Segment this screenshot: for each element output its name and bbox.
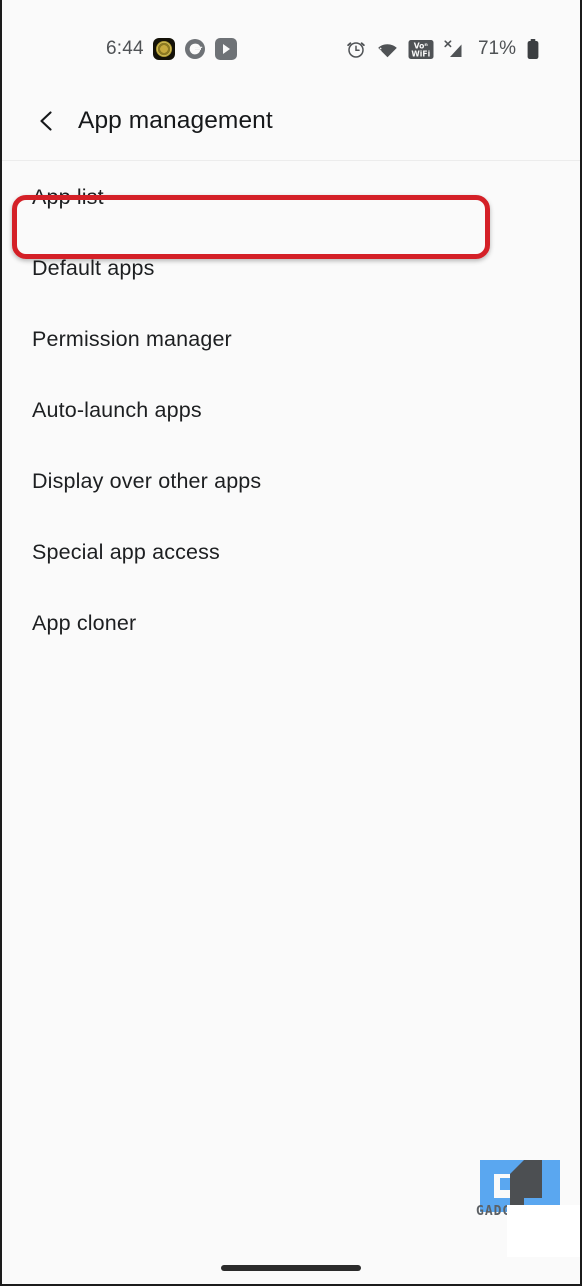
google-icon: [184, 38, 206, 60]
svg-text:WiFi: WiFi: [411, 49, 430, 58]
list-item-auto-launch-apps[interactable]: Auto-launch apps: [2, 375, 580, 446]
list-item-label: App cloner: [32, 611, 137, 635]
signal-bars-x-icon: [443, 38, 466, 60]
battery-icon: [526, 38, 540, 61]
status-bar: 6:44 Voⁿ WiFi 71%: [2, 0, 580, 82]
list-item-label: Permission manager: [32, 327, 232, 351]
list-item-app-list[interactable]: App list: [2, 162, 580, 233]
settings-list: App list Default apps Permission manager…: [2, 162, 580, 1284]
status-bar-right: Voⁿ WiFi 71%: [345, 38, 540, 61]
list-item-app-cloner[interactable]: App cloner: [2, 588, 580, 659]
list-item-default-apps[interactable]: Default apps: [2, 233, 580, 304]
phone-screen: 6:44 Voⁿ WiFi 71% App management App lis…: [0, 0, 582, 1286]
list-item-label: App list: [32, 185, 104, 209]
status-bar-clock: 6:44: [106, 38, 144, 59]
app-bar: App management: [2, 82, 580, 161]
youtube-icon: [214, 38, 237, 60]
list-item-label: Special app access: [32, 540, 220, 564]
vowifi-icon: Voⁿ WiFi: [408, 39, 434, 60]
page-title: App management: [78, 107, 273, 134]
home-gesture-pill[interactable]: [221, 1265, 361, 1271]
list-item-display-over-other-apps[interactable]: Display over other apps: [2, 446, 580, 517]
list-item-label: Auto-launch apps: [32, 398, 202, 422]
app-icon-gold-emblem: [152, 38, 175, 60]
list-item-special-app-access[interactable]: Special app access: [2, 517, 580, 588]
battery-percent-label: 71%: [477, 38, 516, 59]
status-bar-left: 6:44: [106, 38, 237, 60]
chevron-left-icon: [34, 108, 60, 134]
back-button[interactable]: [24, 98, 70, 144]
alarm-clock-icon: [345, 38, 367, 60]
list-item-label: Default apps: [32, 256, 155, 280]
list-item-label: Display over other apps: [32, 469, 262, 493]
list-item-permission-manager[interactable]: Permission manager: [2, 304, 580, 375]
watermark-brand-text: GADG: [476, 1204, 512, 1219]
wifi-icon: [376, 38, 399, 60]
